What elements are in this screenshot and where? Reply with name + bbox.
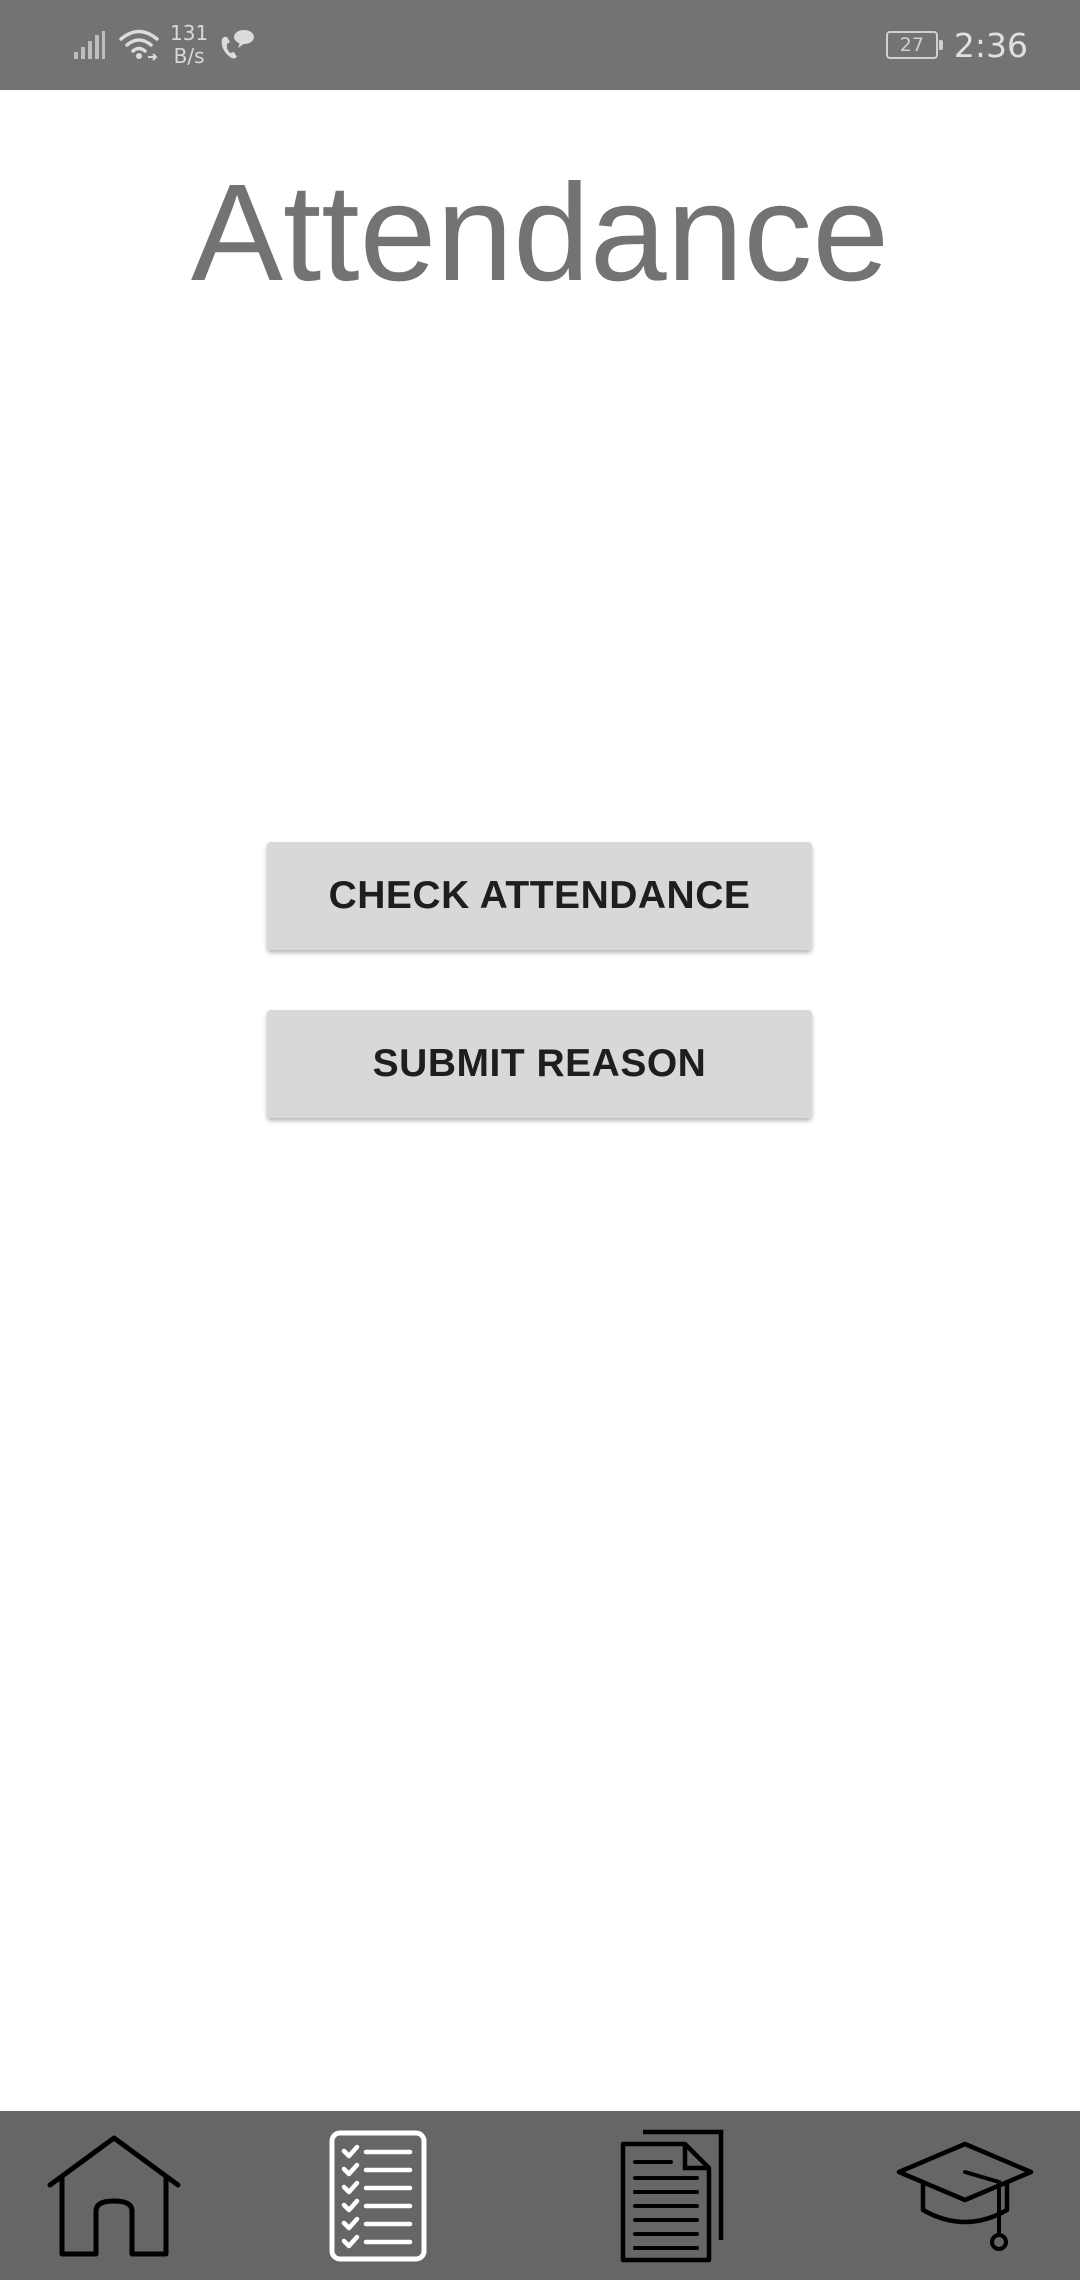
bottom-navigation xyxy=(0,2111,1080,2280)
nav-item-attendance[interactable] xyxy=(320,2111,436,2280)
call-chat-icon xyxy=(218,27,256,63)
nav-item-documents[interactable] xyxy=(612,2111,732,2280)
check-attendance-button[interactable]: CHECK ATTENDANCE xyxy=(267,842,812,950)
battery-level: 27 xyxy=(899,34,924,56)
home-icon xyxy=(44,2133,184,2259)
network-speed-unit: B/s xyxy=(173,44,205,68)
wifi-icon xyxy=(118,27,160,63)
cellular-signal-icon xyxy=(72,30,106,60)
status-bar: 131 B/s 27 2:36 xyxy=(0,0,1080,90)
checklist-icon xyxy=(328,2129,428,2263)
status-left-group: 131 B/s xyxy=(72,18,256,72)
network-speed-value: 131 xyxy=(170,21,209,45)
nav-item-home[interactable] xyxy=(40,2111,188,2280)
battery-icon: 27 xyxy=(885,31,943,59)
page-title: Attendance xyxy=(190,156,890,310)
graduation-cap-icon xyxy=(895,2138,1035,2254)
nav-item-courses[interactable] xyxy=(890,2111,1040,2280)
documents-icon xyxy=(619,2128,725,2264)
status-clock: 2:36 xyxy=(953,25,1028,65)
network-speed: 131 B/s xyxy=(170,22,208,68)
submit-reason-button[interactable]: SUBMIT REASON xyxy=(267,1010,812,1118)
status-right-group: 27 2:36 xyxy=(885,18,1028,72)
